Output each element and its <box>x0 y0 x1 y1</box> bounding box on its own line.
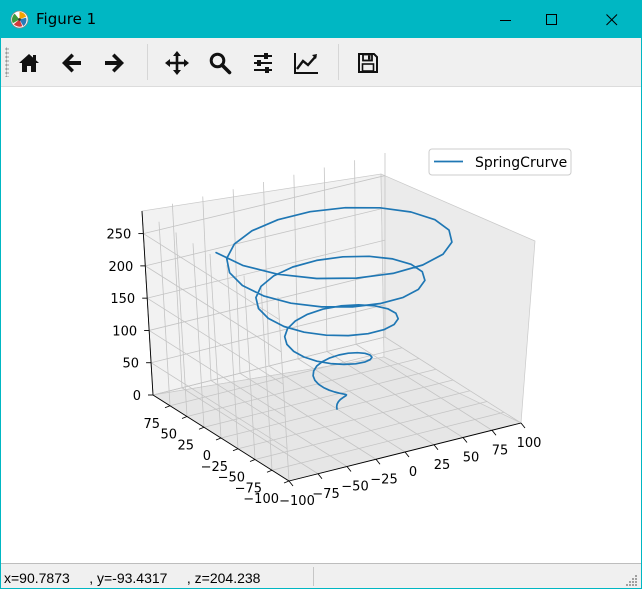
toolbar-separator <box>338 44 339 80</box>
y-tick <box>232 448 239 452</box>
home-icon <box>19 54 39 72</box>
y-tick <box>181 416 188 419</box>
z-tick-label: 200 <box>108 260 133 275</box>
y-tick <box>215 437 222 441</box>
y-tick-label: 75 <box>143 417 160 432</box>
figure-canvas[interactable]: −100 −75 −50 −25 0 25 50 75 100 −100 −75 −50 −25 0 25 5… <box>1 87 641 563</box>
z-tick-label: 50 <box>123 357 140 372</box>
close-icon <box>606 13 618 25</box>
z-tick-label: 0 <box>133 389 141 404</box>
figure-window: Figure 1 −100 −75 −50 −25 0 25 50 75 100… <box>0 0 642 589</box>
minimize-icon <box>500 19 511 21</box>
home-button[interactable] <box>14 48 44 78</box>
x-tick-label: 50 <box>463 451 480 466</box>
magnifier-icon <box>209 52 232 75</box>
x-tick <box>288 480 294 487</box>
z-tick-label: 100 <box>112 324 137 339</box>
z-tick-label: 250 <box>107 228 132 243</box>
x-tick <box>462 437 468 443</box>
z-tick-label: 150 <box>110 292 135 307</box>
maximize-button[interactable] <box>529 1 575 38</box>
arrow-right-icon <box>105 53 124 73</box>
pan-button[interactable] <box>162 48 192 78</box>
forward-button[interactable] <box>99 48 129 78</box>
edit-axes-button[interactable] <box>291 48 321 78</box>
x-tick <box>433 444 439 451</box>
title-bar[interactable]: Figure 1 <box>1 1 641 38</box>
toolbar-separator <box>147 44 148 80</box>
cursor-coordinates: x=90.7873 , y=-93.4317 , z=204.238 <box>4 570 261 586</box>
y-tick <box>283 480 290 484</box>
x-tick-label: 0 <box>409 465 417 480</box>
x-tick <box>346 466 352 472</box>
line-chart-icon <box>294 53 318 74</box>
x-tick-label: 25 <box>434 458 451 473</box>
x-tick-label: −75 <box>312 487 339 502</box>
back-button[interactable] <box>57 48 87 78</box>
floppy-disk-icon <box>358 53 378 73</box>
x-tick-label: 75 <box>492 443 509 458</box>
close-button[interactable] <box>589 1 635 38</box>
x-tick-label: 100 <box>517 436 542 451</box>
move-icon <box>165 51 189 75</box>
y-tick-label: 0 <box>203 449 211 464</box>
y-tick <box>164 405 171 409</box>
arrow-left-icon <box>62 53 81 73</box>
window-title: Figure 1 <box>36 10 97 28</box>
subplots-button[interactable] <box>248 48 278 78</box>
save-button[interactable] <box>353 48 383 78</box>
resize-grip-icon[interactable] <box>626 574 638 586</box>
x-tick <box>317 473 323 480</box>
y-tick-label: 50 <box>160 428 177 443</box>
legend: SpringCrurve <box>428 148 572 176</box>
y-tick <box>249 459 256 462</box>
y-tick <box>198 426 205 430</box>
y-tick-label: 25 <box>177 438 194 453</box>
matplotlib-logo-icon <box>10 10 29 29</box>
maximize-icon <box>546 13 557 25</box>
x-tick-label: −50 <box>341 480 368 495</box>
zoom-button[interactable] <box>205 48 235 78</box>
x-tick <box>404 451 410 458</box>
minimize-button[interactable] <box>483 1 529 38</box>
x-tick <box>520 422 526 429</box>
toolbar-grip[interactable] <box>5 47 9 77</box>
x-tick <box>375 458 381 465</box>
x-tick-label: −25 <box>370 472 397 487</box>
sliders-icon <box>254 53 272 73</box>
x-tick <box>491 429 497 436</box>
x-tick-label: −100 <box>279 494 315 509</box>
y-tick <box>266 469 273 473</box>
plot-3d[interactable]: −100−75 −50 −25 0 25 50 75 100−100−75−50−250255… <box>1 87 641 563</box>
status-separator <box>313 567 314 586</box>
legend-label: SpringCrurve <box>475 155 567 171</box>
status-bar: x=90.7873 , y=-93.4317 , z=204.238 <box>1 563 641 588</box>
navigation-toolbar <box>1 38 641 87</box>
